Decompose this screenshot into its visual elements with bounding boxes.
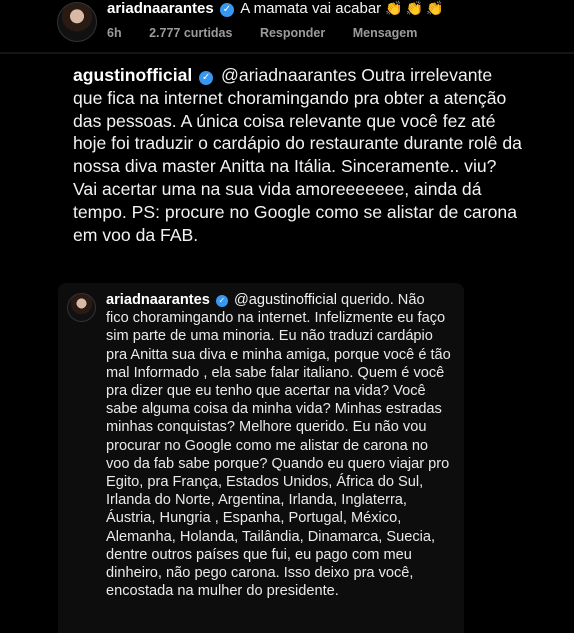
likes-count[interactable]: 2.777 curtidas (149, 26, 232, 40)
reply-comment: ariadnaarantes ✓ @agustinofficial querid… (106, 291, 451, 600)
reply-button[interactable]: Responder (260, 26, 325, 40)
comment-meta: 6h 2.777 curtidas Responder Mensagem (107, 26, 441, 40)
reply-text: querido. Não fico choramingando na inter… (106, 292, 451, 600)
reply-username[interactable]: ariadnaarantes (106, 292, 210, 308)
divider (0, 52, 574, 54)
mention-link[interactable]: @ariadnaarantes (221, 65, 356, 85)
comment-username[interactable]: agustinofficial (73, 65, 192, 85)
avatar[interactable] (67, 293, 96, 322)
comment-text: A mamata vai acabar (240, 0, 382, 17)
verified-badge-icon: ✓ (219, 3, 234, 17)
verified-badge-icon: ✓ (215, 295, 228, 307)
comment-username[interactable]: ariadnaarantes (107, 0, 214, 17)
comment-ariadnaarantes: ariadnaarantes ✓ A mamata vai acabar 👏👏👏… (0, 0, 574, 50)
mention-link[interactable]: @agustinofficial (234, 292, 337, 308)
clap-emoji-icon: 👏👏👏 (385, 0, 447, 16)
message-button[interactable]: Mensagem (353, 26, 418, 40)
verified-badge-icon: ✓ (199, 71, 214, 85)
comment-header: ariadnaarantes ✓ A mamata vai acabar 👏👏👏 (107, 0, 447, 17)
comment-time: 6h (107, 26, 122, 40)
avatar[interactable] (57, 2, 97, 42)
comment-agustinofficial: agustinofficial ✓ @ariadnaarantes Outra … (73, 64, 523, 246)
comment-text: Outra irrelevante que fica na internet c… (73, 65, 522, 245)
